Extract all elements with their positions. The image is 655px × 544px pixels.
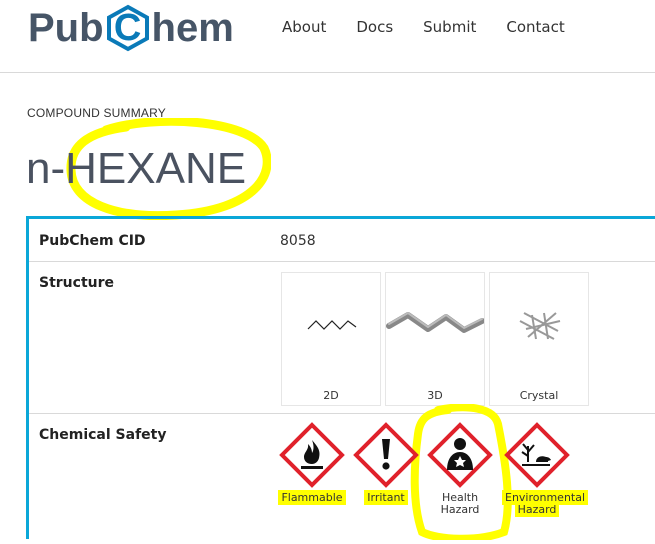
structure-2d-caption: 2D (323, 389, 339, 402)
ghs-irritant[interactable]: Irritant (351, 422, 421, 505)
structure-3d-icon (386, 312, 485, 333)
health-hazard-icon (427, 422, 493, 488)
structure-3d-tile[interactable]: 3D (385, 272, 485, 406)
nav-submit[interactable]: Submit (423, 18, 476, 36)
logo-text-mid: C (113, 7, 142, 49)
logo-text-right: hem (151, 5, 234, 50)
structure-row: Structure 2D 3D Crystal (29, 261, 655, 414)
ghs-environment-label-2: Hazard (514, 502, 560, 517)
logo-text-left: Pub (28, 5, 104, 50)
crystal-structure-icon (519, 312, 561, 340)
exclamation-icon (353, 422, 419, 488)
structure-2d-icon (307, 320, 357, 330)
page-title: n-HEXANE (26, 144, 247, 193)
cid-row: PubChem CID 8058 (29, 219, 655, 262)
cid-label: PubChem CID (39, 233, 146, 249)
flame-icon (279, 422, 345, 488)
ghs-environmental-hazard[interactable]: Environmental Hazard (502, 422, 589, 517)
environment-icon (504, 422, 570, 488)
structure-crystal-tile[interactable]: Crystal (489, 272, 589, 406)
nav-contact[interactable]: Contact (506, 18, 564, 36)
structure-3d-caption: 3D (427, 389, 443, 402)
safety-label: Chemical Safety (39, 427, 167, 443)
nav-docs[interactable]: Docs (356, 18, 393, 36)
ghs-irritant-label: Irritant (364, 490, 408, 505)
ghs-flammable-label: Flammable (278, 490, 346, 505)
logo-hexagon-icon: C (105, 4, 151, 52)
structure-label: Structure (39, 275, 115, 291)
structure-crystal-caption: Crystal (519, 389, 559, 402)
ghs-health-label-2: Hazard (440, 503, 480, 516)
cid-value[interactable]: 8058 (280, 233, 316, 249)
pubchem-logo[interactable]: Pub C hem (28, 4, 234, 52)
site-header: Pub C hem About Docs Submit Contact (0, 0, 655, 73)
nav-about[interactable]: About (282, 18, 326, 36)
main-nav: About Docs Submit Contact (282, 18, 595, 36)
ghs-health-hazard[interactable]: Health Hazard (425, 422, 495, 516)
ghs-flammable[interactable]: Flammable (277, 422, 347, 505)
structure-2d-tile[interactable]: 2D (281, 272, 381, 406)
